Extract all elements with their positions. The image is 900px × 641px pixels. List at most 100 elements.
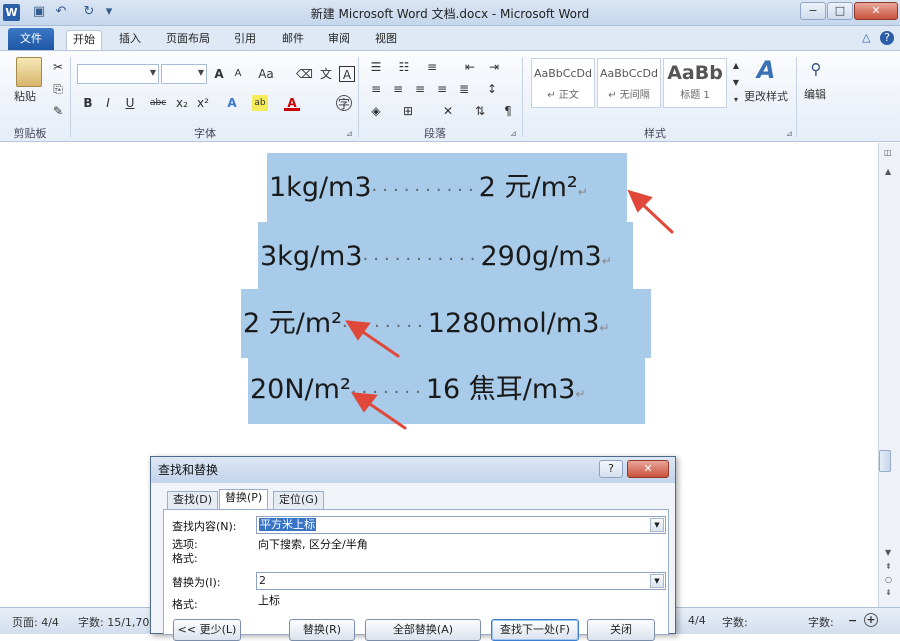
decrease-indent-icon[interactable]: ⇤ [462, 59, 478, 75]
prev-page-icon[interactable]: ⇞ [885, 562, 892, 571]
styles-dialog-launcher-icon[interactable]: ⊿ [786, 129, 793, 138]
font-dialog-launcher-icon[interactable]: ⊿ [346, 129, 353, 138]
paragraph-dialog-launcher-icon[interactable]: ⊿ [510, 129, 517, 138]
tab-insert[interactable]: 插入 [113, 30, 147, 50]
tab-view[interactable]: 视图 [369, 30, 403, 50]
grow-font-icon[interactable]: A [211, 66, 227, 82]
document-line[interactable]: 3kg/m3···········290g/m3↵ [258, 222, 633, 291]
tab-file[interactable]: 文件 [8, 28, 54, 50]
italic-button[interactable]: I [100, 95, 116, 111]
tab-goto[interactable]: 定位(G) [273, 491, 325, 509]
increase-indent-icon[interactable]: ⇥ [486, 59, 502, 75]
style-normal[interactable]: AaBbCcDd ↵ 正文 [531, 58, 595, 108]
font-color-button[interactable]: A [284, 95, 300, 111]
char-border-icon[interactable]: A [339, 66, 355, 82]
tab-page-layout[interactable]: 页面布局 [160, 30, 216, 50]
next-page-icon[interactable]: ⇟ [885, 588, 892, 597]
find-next-button[interactable]: 查找下一处(F) [491, 619, 579, 641]
change-styles-icon[interactable]: A [752, 56, 780, 84]
sort-icon[interactable]: ⇅ [472, 103, 488, 119]
shrink-font-icon[interactable]: A [230, 66, 246, 82]
styles-more-icon[interactable]: ▾ [728, 92, 744, 108]
cut-icon[interactable]: ✂ [50, 59, 66, 75]
dialog-close-button[interactable]: ✕ [627, 460, 669, 478]
close-window-button[interactable]: ✕ [854, 2, 898, 20]
scrollbar-thumb[interactable] [879, 450, 891, 472]
chinese-layout-icon[interactable]: ✕ [440, 103, 456, 119]
change-case-icon[interactable]: Aa [258, 66, 274, 82]
replace-button[interactable]: 替换(R) [289, 619, 355, 641]
clear-format-icon[interactable]: ⌫ [296, 66, 313, 82]
highlight-button[interactable]: ab [252, 95, 268, 111]
separator [358, 57, 359, 137]
styles-scroll-up-icon[interactable]: ▲ [728, 58, 744, 74]
bold-button[interactable]: B [80, 95, 96, 111]
minimize-button[interactable]: − [800, 2, 826, 20]
zoom-in-icon[interactable]: + [864, 613, 878, 627]
word-count-right-2[interactable]: 字数: [808, 614, 834, 630]
tab-mailings[interactable]: 邮件 [276, 30, 310, 50]
font-size-combo[interactable]: ▼ [161, 64, 207, 84]
text-effects-button[interactable]: A [224, 95, 240, 111]
page-count-right[interactable]: 4/4 [688, 614, 706, 627]
shading-icon[interactable]: ◈ [368, 103, 384, 119]
tab-replace[interactable]: 替换(P) [219, 489, 269, 510]
superscript-button[interactable]: x² [195, 95, 211, 111]
bullets-icon[interactable]: ☰ [368, 59, 384, 75]
chevron-down-icon[interactable]: ▼ [650, 518, 664, 532]
page-count[interactable]: 页面: 4/4 [12, 614, 59, 630]
tab-home[interactable]: 开始 [66, 30, 102, 50]
editing-button[interactable]: 编辑 [804, 87, 826, 103]
tab-review[interactable]: 审阅 [322, 30, 356, 50]
align-center-icon[interactable]: ≡ [390, 81, 406, 97]
strikethrough-button[interactable]: abc [150, 95, 166, 111]
chevron-down-icon[interactable]: ▼ [650, 574, 664, 588]
document-line[interactable]: 20N/m²·······16 焦耳/m3↵ [248, 355, 645, 424]
word-count[interactable]: 字数: 15/1,706 [78, 614, 156, 630]
scroll-up-icon[interactable]: ▲ [885, 167, 891, 176]
replace-all-button[interactable]: 全部替换(A) [365, 619, 481, 641]
line-spacing-icon[interactable]: ↕ [484, 81, 500, 97]
maximize-button[interactable]: □ [827, 2, 853, 20]
binoculars-icon[interactable]: ⚲ [804, 57, 828, 81]
find-what-input[interactable]: 平方米上标 ▼ [256, 516, 666, 534]
enclose-char-button[interactable]: 字 [336, 95, 352, 111]
select-browse-object-icon[interactable]: ○ [885, 575, 892, 584]
style-heading-1[interactable]: AaBb 标题 1 [663, 58, 727, 108]
paste-button[interactable]: 粘贴 [14, 89, 36, 105]
phonetic-guide-icon[interactable]: 文 [318, 66, 334, 82]
document-line[interactable]: 1kg/m3··········2 元/m²↵ [267, 153, 627, 222]
font-name-combo[interactable]: ▼ [77, 64, 159, 84]
word-count-right[interactable]: 字数: [722, 614, 748, 630]
format-painter-icon[interactable]: ✎ [50, 103, 66, 119]
document-line[interactable]: 2 元/m²········1280mol/m3↵ [241, 289, 651, 358]
borders-icon[interactable]: ⊞ [400, 103, 416, 119]
align-right-icon[interactable]: ≡ [412, 81, 428, 97]
copy-icon[interactable]: ⎘ [50, 81, 66, 97]
align-left-icon[interactable]: ≡ [368, 81, 384, 97]
zoom-out-icon[interactable]: − [848, 614, 857, 627]
separator [796, 57, 797, 137]
underline-button[interactable]: U [122, 95, 138, 111]
justify-icon[interactable]: ≡ [434, 81, 450, 97]
help-icon[interactable]: ? [880, 31, 894, 45]
vertical-scrollbar[interactable] [878, 143, 900, 607]
ruler-toggle-icon[interactable]: ◫ [884, 148, 892, 157]
minimize-ribbon-icon[interactable]: △ [862, 31, 870, 44]
distribute-icon[interactable]: ≣ [456, 81, 472, 97]
scroll-down-icon[interactable]: ▼ [885, 548, 891, 557]
paste-icon[interactable] [16, 57, 42, 87]
styles-scroll-down-icon[interactable]: ▼ [728, 75, 744, 91]
replace-with-input[interactable]: 2 ▼ [256, 572, 666, 590]
tab-find[interactable]: 查找(D) [167, 491, 219, 509]
less-button[interactable]: << 更少(L) [173, 619, 241, 641]
multilevel-list-icon[interactable]: ≡ [424, 59, 440, 75]
change-styles-button[interactable]: 更改样式 [744, 89, 788, 105]
show-marks-icon[interactable]: ¶ [500, 103, 516, 119]
subscript-button[interactable]: x₂ [174, 95, 190, 111]
numbering-icon[interactable]: ☷ [396, 59, 412, 75]
style-no-spacing[interactable]: AaBbCcDd ↵ 无间隔 [597, 58, 661, 108]
tab-references[interactable]: 引用 [228, 30, 262, 50]
dialog-close-action-button[interactable]: 关闭 [587, 619, 655, 641]
dialog-help-button[interactable]: ? [599, 460, 623, 478]
